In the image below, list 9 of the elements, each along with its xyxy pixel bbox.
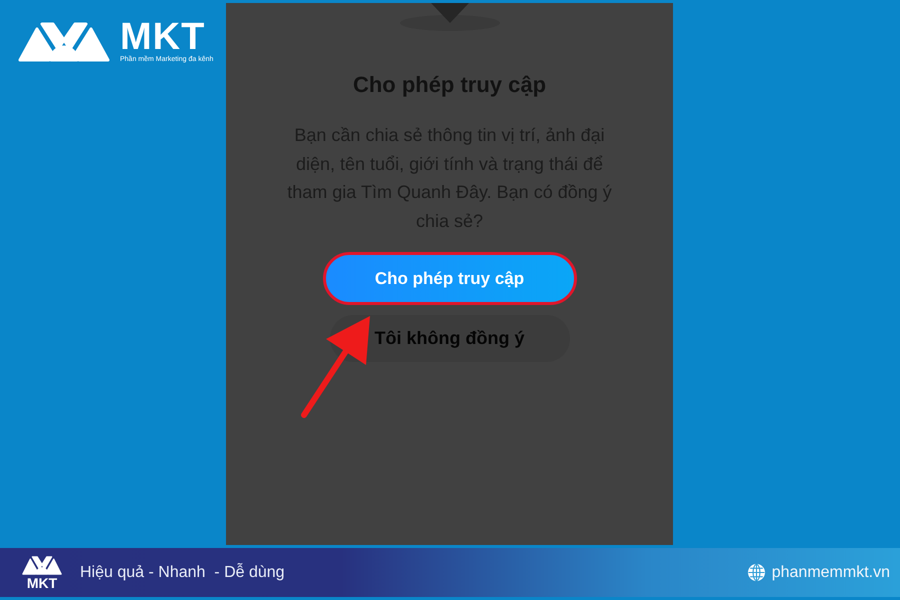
mountain-logo-icon [22,555,62,575]
allow-access-button[interactable]: Cho phép truy cập [322,252,576,305]
logo-wordmark: MKT [120,17,206,57]
decline-button[interactable]: Tôi không đồng ý [330,315,570,362]
footer-slogan: Hiệu quả - Nhanh - Dễ dùng [80,564,285,582]
footer-logo-wordmark: MKT [26,576,58,590]
website-link[interactable]: phanmemmkt.vn [772,564,890,582]
mountain-logo-icon [18,20,110,62]
globe-icon [748,564,765,581]
